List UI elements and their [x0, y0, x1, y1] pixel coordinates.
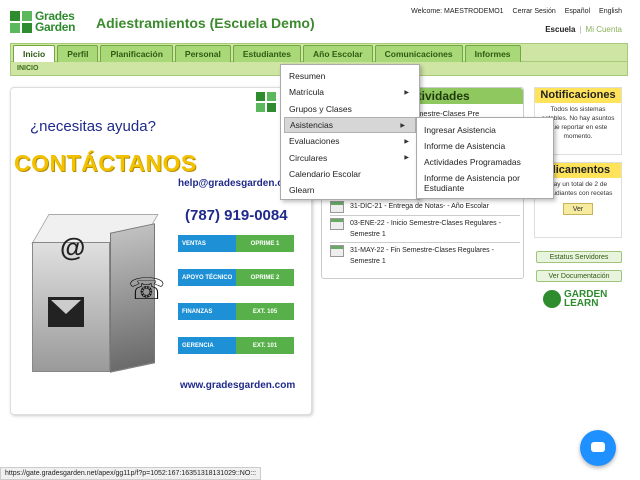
logout-link[interactable]: Cerrar Sesión [513, 8, 556, 15]
menu-item-asistencias[interactable]: Asistencias ▶ [284, 116, 416, 134]
contact-options: VENTAS OPRIME 1 APOYO TÉCNICO OPRIME 2 F… [178, 235, 294, 371]
server-status-button[interactable]: Estatus Servidores [536, 251, 622, 263]
menu-item-informe-por-estudiante[interactable]: Informe de Asistencia por Estudiante [417, 170, 553, 196]
menu-item-actividades-programadas[interactable]: Actividades Programadas [417, 154, 553, 170]
logo-icon [10, 11, 32, 33]
tab-comunicaciones[interactable]: Comunicaciones [374, 45, 463, 62]
list-item[interactable]: 31-MAY-22 - Fin Semestre-Clases Regulare… [330, 242, 520, 269]
tab-personal[interactable]: Personal [174, 45, 231, 62]
menu-item-evaluaciones[interactable]: Evaluaciones ▶ [281, 133, 419, 149]
garden-learn-icon [543, 290, 561, 308]
asistencias-submenu: Ingresar Asistencia Informe de Asistenci… [416, 117, 554, 199]
tab-ano-escolar[interactable]: Año Escolar [303, 45, 373, 62]
at-sign-icon: @ [60, 232, 86, 262]
top-links: Welcome: MAESTRODEMO1 Cerrar Sesión Espa… [411, 8, 622, 15]
chevron-right-icon: ▶ [404, 138, 409, 145]
tab-perfil[interactable]: Perfil [57, 45, 99, 62]
main-nav: Inicio Perfil Planificación Personal Est… [10, 43, 628, 62]
lang-en-link[interactable]: English [599, 8, 622, 15]
chat-bubble-button[interactable] [580, 430, 616, 466]
list-item[interactable]: 31-DIC-21 - Entrega de Notas- - Año Esco… [330, 199, 520, 215]
list-item[interactable]: 03-ENE-22 - Inicio Semestre-Clases Regul… [330, 215, 520, 242]
menu-item-informe-asistencia[interactable]: Informe de Asistencia [417, 138, 553, 154]
phone-icon: ☏ [128, 273, 166, 306]
calendar-icon [330, 201, 344, 213]
menu-item-grupos[interactable]: Grupos y Clases [281, 101, 419, 117]
ano-escolar-menu: Resumen Matrícula ▶ Grupos y Clases Asist… [280, 64, 420, 200]
support-phone: (787) 919-0084 [185, 207, 288, 224]
school-link[interactable]: Escuela [545, 25, 575, 34]
garden-learn-logo[interactable]: GARDEN LEARN [543, 290, 607, 309]
logo-line-2: Garden [35, 20, 76, 34]
menu-item-calendario[interactable]: Calendario Escolar [281, 166, 419, 182]
website-text: www.gradesgarden.com [180, 380, 296, 391]
notifications-title: Notificaciones [535, 88, 621, 103]
welcome-text: Welcome: MAESTRODEMO1 [411, 8, 504, 15]
view-docs-button[interactable]: Ver Documentación [536, 270, 622, 282]
contact-row: GERENCIA EXT. 101 [178, 337, 294, 354]
menu-item-resumen[interactable]: Resumen [281, 68, 419, 84]
contact-row: APOYO TÉCNICO OPRIME 2 [178, 269, 294, 286]
view-medications-button[interactable]: Ver [563, 203, 593, 215]
calendar-icon [330, 218, 344, 230]
support-email: help@gradesgarden.co [178, 178, 289, 189]
status-bar-url: https://gate.gradesgarden.net/apex/gg11p… [0, 467, 262, 480]
tab-planificacion[interactable]: Planificación [100, 45, 173, 62]
menu-item-circulares[interactable]: Circulares ▶ [281, 149, 419, 165]
activities-list: 31-DIC-21 - Entrega de Notas- - Año Esco… [330, 199, 520, 269]
menu-item-glearn[interactable]: Glearn [281, 182, 419, 198]
contact-row: FINANZAS EXT. 105 [178, 303, 294, 320]
envelope-icon [48, 297, 84, 327]
chevron-right-icon: ▶ [404, 89, 409, 96]
contact-cube-image: @ ☏ [31, 212, 166, 377]
contact-headline: CONTÁCTANOS [14, 150, 197, 176]
tab-estudiantes[interactable]: Estudiantes [232, 45, 301, 62]
calendar-icon [330, 245, 344, 257]
menu-item-ingresar-asistencia[interactable]: Ingresar Asistencia [417, 122, 553, 138]
my-account-link[interactable]: Mi Cuenta [586, 25, 622, 34]
help-heading: ¿necesitas ayuda? [30, 118, 156, 135]
activities-header: ctividades [405, 88, 523, 104]
chevron-right-icon: ▶ [400, 122, 405, 129]
chevron-right-icon: ▶ [404, 155, 409, 162]
lang-es-link[interactable]: Español [565, 8, 590, 15]
contact-row: VENTAS OPRIME 1 [178, 235, 294, 252]
tab-inicio[interactable]: Inicio [13, 45, 56, 62]
page-title: Adiestramientos (Escuela Demo) [96, 15, 315, 31]
small-logo-icon [256, 92, 280, 118]
menu-item-matricula[interactable]: Matrícula ▶ [281, 84, 419, 100]
tab-informes[interactable]: Informes [464, 45, 521, 62]
grades-garden-logo[interactable]: Grades Garden [10, 9, 90, 35]
school-menu: Escuela | Mi Cuenta [545, 25, 622, 34]
